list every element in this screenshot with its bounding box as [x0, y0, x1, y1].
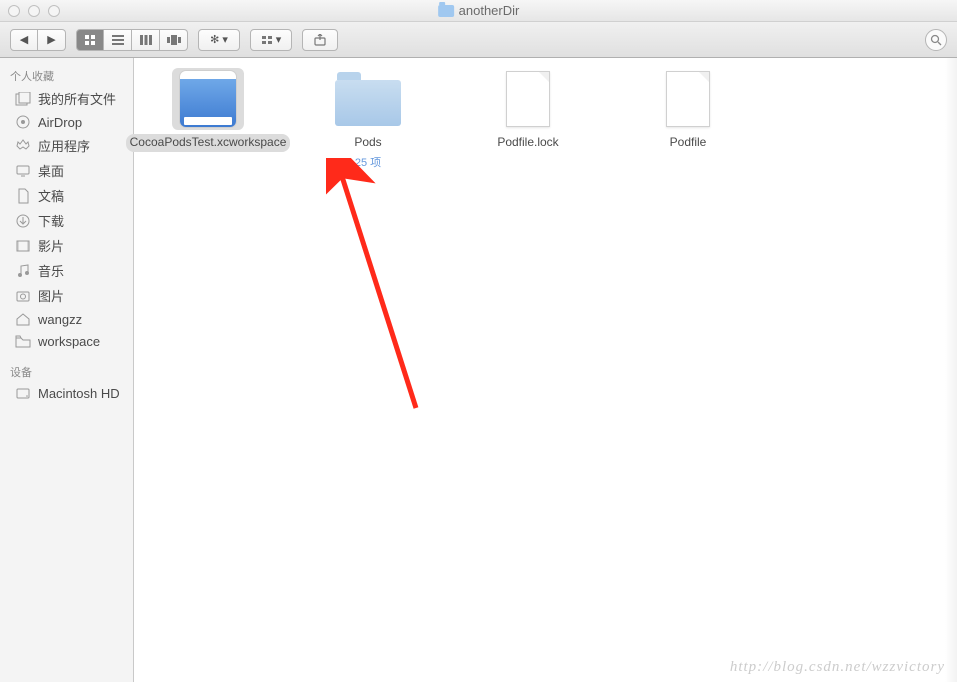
- file-label: Pods: [350, 134, 385, 152]
- pictures-icon: [14, 288, 32, 304]
- sidebar-item-label: 下载: [38, 211, 64, 230]
- devices-header: 设备: [0, 360, 133, 382]
- file-sub: 25 项: [355, 154, 381, 170]
- file-item-podfile-lock[interactable]: Podfile.lock: [468, 68, 588, 152]
- coverflow-view-button[interactable]: [160, 29, 188, 51]
- arrow-annotation: [326, 158, 446, 418]
- titlebar: anotherDir: [0, 0, 957, 22]
- sidebar-item-downloads[interactable]: 下载: [0, 208, 133, 233]
- file-item-podfile[interactable]: Podfile: [628, 68, 748, 152]
- right-shadow: [945, 58, 957, 682]
- sidebar: 个人收藏 我的所有文件 AirDrop 应用程序 桌面 文稿 下载 影片: [0, 58, 134, 682]
- disk-icon: [14, 385, 32, 401]
- sidebar-item-documents[interactable]: 文稿: [0, 183, 133, 208]
- watermark: http://blog.csdn.net/wzzvictory: [730, 659, 945, 676]
- view-buttons: [76, 29, 188, 51]
- sidebar-item-label: 桌面: [38, 161, 64, 180]
- file-label: Podfile.lock: [493, 134, 562, 152]
- forward-button[interactable]: ▶: [38, 29, 66, 51]
- sidebar-item-movies[interactable]: 影片: [0, 233, 133, 258]
- nav-buttons: ◀ ▶: [10, 29, 66, 51]
- icon-view-button[interactable]: [76, 29, 104, 51]
- share-button[interactable]: [302, 29, 338, 51]
- workspace-icon: [172, 68, 244, 130]
- traffic-lights: [0, 5, 60, 17]
- action-menu-button[interactable]: ✻ ▾: [198, 29, 240, 51]
- sidebar-item-label: workspace: [38, 334, 100, 349]
- close-button[interactable]: [8, 5, 20, 17]
- sidebar-item-workspace[interactable]: workspace: [0, 330, 133, 352]
- sidebar-item-desktop[interactable]: 桌面: [0, 158, 133, 183]
- toolbar: ◀ ▶ ✻ ▾ ▾: [0, 22, 957, 58]
- all-files-icon: [14, 91, 32, 107]
- window-title: anotherDir: [438, 3, 520, 18]
- sidebar-item-label: 应用程序: [38, 136, 90, 155]
- sidebar-item-label: 影片: [38, 236, 64, 255]
- sidebar-item-label: 文稿: [38, 186, 64, 205]
- sidebar-item-pictures[interactable]: 图片: [0, 283, 133, 308]
- sidebar-item-disk[interactable]: Macintosh HD: [0, 382, 133, 404]
- file-item-workspace[interactable]: CocoaPodsTest.xcworkspace: [148, 68, 268, 152]
- column-view-button[interactable]: [132, 29, 160, 51]
- window-title-text: anotherDir: [459, 3, 520, 18]
- minimize-button[interactable]: [28, 5, 40, 17]
- arrange-menu-button[interactable]: ▾: [250, 29, 292, 51]
- sidebar-item-home[interactable]: wangzz: [0, 308, 133, 330]
- folder-icon: [438, 5, 454, 17]
- sidebar-item-label: 我的所有文件: [38, 89, 116, 108]
- document-icon: [492, 68, 564, 130]
- file-label: CocoaPodsTest.xcworkspace: [126, 134, 291, 152]
- file-label: Podfile: [666, 134, 711, 152]
- sidebar-item-label: AirDrop: [38, 115, 82, 130]
- back-button[interactable]: ◀: [10, 29, 38, 51]
- search-button[interactable]: [925, 29, 947, 51]
- downloads-icon: [14, 213, 32, 229]
- documents-icon: [14, 188, 32, 204]
- music-icon: [14, 263, 32, 279]
- desktop-icon: [14, 163, 32, 179]
- zoom-button[interactable]: [48, 5, 60, 17]
- content-area: 个人收藏 我的所有文件 AirDrop 应用程序 桌面 文稿 下载 影片: [0, 58, 957, 682]
- list-view-button[interactable]: [104, 29, 132, 51]
- sidebar-item-label: 音乐: [38, 261, 64, 280]
- sidebar-item-apps[interactable]: 应用程序: [0, 133, 133, 158]
- folder-icon: [332, 68, 404, 130]
- file-item-pods[interactable]: Pods 25 项: [308, 68, 428, 170]
- file-grid[interactable]: CocoaPodsTest.xcworkspace Pods 25 项 Podf…: [134, 58, 957, 682]
- home-icon: [14, 311, 32, 327]
- airdrop-icon: [14, 114, 32, 130]
- sidebar-item-label: Macintosh HD: [38, 386, 120, 401]
- sidebar-item-all-files[interactable]: 我的所有文件: [0, 86, 133, 111]
- folder-icon: [14, 333, 32, 349]
- movies-icon: [14, 238, 32, 254]
- sidebar-item-label: wangzz: [38, 312, 82, 327]
- favorites-header: 个人收藏: [0, 64, 133, 86]
- sidebar-item-music[interactable]: 音乐: [0, 258, 133, 283]
- document-icon: [652, 68, 724, 130]
- sidebar-item-airdrop[interactable]: AirDrop: [0, 111, 133, 133]
- sidebar-item-label: 图片: [38, 286, 64, 305]
- apps-icon: [14, 138, 32, 154]
